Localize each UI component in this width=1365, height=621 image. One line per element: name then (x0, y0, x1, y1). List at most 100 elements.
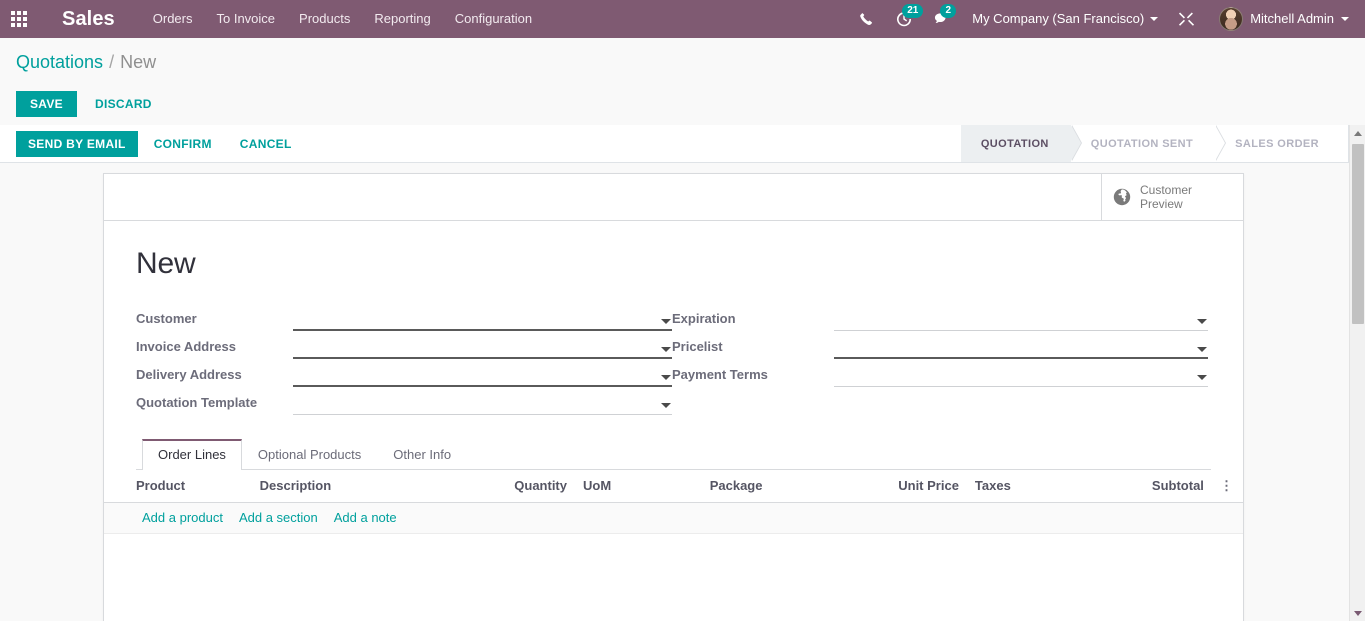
label-customer: Customer (136, 311, 197, 326)
tab-other-info[interactable]: Other Info (377, 439, 467, 470)
save-button[interactable]: SAVE (16, 91, 77, 117)
user-name: Mitchell Admin (1250, 11, 1334, 26)
quotation-template-input[interactable] (293, 393, 672, 415)
customer-preview-label: Customer Preview (1140, 183, 1192, 211)
phone-icon (860, 12, 873, 25)
phone-button[interactable] (848, 0, 885, 38)
add-a-product-link[interactable]: Add a product (142, 510, 223, 525)
col-taxes: Taxes (966, 470, 1114, 503)
field-control-expiration (834, 309, 1208, 331)
delivery-address-input[interactable] (293, 365, 672, 387)
company-switcher[interactable]: My Company (San Francisco) (962, 0, 1164, 38)
field-row-customer: Customer (136, 303, 672, 331)
field-row-invoice-address: Invoice Address (136, 331, 672, 359)
scrollbar-thumb[interactable] (1352, 144, 1364, 324)
avatar (1219, 7, 1244, 31)
label-delivery-address: Delivery Address (136, 367, 242, 382)
status-stage-label: QUOTATION (980, 137, 1049, 150)
tab-order-lines[interactable]: Order Lines (142, 439, 242, 470)
col-quantity: Quantity (447, 470, 575, 503)
app-brand-sales[interactable]: Sales (62, 0, 115, 38)
send-by-email-button[interactable]: SEND BY EMAIL (16, 130, 138, 157)
status-stage-label: QUOTATION SENT (1090, 137, 1194, 150)
menu-item-configuration[interactable]: Configuration (443, 0, 544, 38)
field-control-pricelist (834, 337, 1208, 359)
breadcrumb-separator: / (109, 51, 115, 72)
button-box: Customer Preview (104, 174, 1243, 221)
label-payment-terms: Payment Terms (672, 367, 768, 382)
field-control-customer (293, 309, 672, 331)
add-line-links: Add a product Add a section Add a note (112, 510, 1235, 525)
add-line-row: Add a product Add a section Add a note (104, 502, 1243, 534)
activity-count-badge: 21 (902, 4, 924, 18)
menu-item-reporting[interactable]: Reporting (362, 0, 442, 38)
status-stage-sales-order[interactable]: SALES ORDER (1215, 125, 1341, 162)
wrench-screwdriver-icon (1179, 12, 1195, 26)
field-control-delivery-address (293, 365, 672, 387)
stage-arrow-icon (1215, 125, 1226, 161)
label-expiration: Expiration (672, 311, 736, 326)
breadcrumb: Quotations / New (0, 38, 1365, 86)
menu-item-orders[interactable]: Orders (141, 0, 205, 38)
activity-menu-button[interactable]: 21 (885, 0, 924, 38)
form-group: Customer Invoice Address Delivery Addres… (136, 303, 1211, 415)
debug-menu-button[interactable] (1164, 11, 1209, 28)
customer-preview-line2: Preview (1140, 197, 1183, 211)
menu-item-to-invoice[interactable]: To Invoice (205, 0, 288, 38)
menu-item-products[interactable]: Products (287, 0, 362, 38)
customer-preview-line1: Customer (1140, 183, 1193, 197)
breadcrumb-current: New (120, 51, 157, 72)
form-column-right: Expiration Pricelist Payment Terms (672, 303, 1208, 415)
vertical-scrollbar[interactable] (1349, 125, 1365, 621)
scroll-down-button[interactable] (1350, 605, 1365, 621)
col-description: Description (251, 470, 448, 503)
order-lines-header: Product Description Quantity UoM Package… (104, 470, 1243, 503)
status-pipeline: QUOTATION QUOTATION SENT SALES ORDER (960, 125, 1349, 162)
chevron-down-icon (1150, 17, 1159, 21)
save-discard-bar: SAVE DISCARD (0, 84, 1365, 124)
notebook: Order Lines Optional Products Other Info… (104, 439, 1243, 621)
navbar-right-tools: 21 2 My Company (San Francisco) Mitchell… (848, 0, 1365, 38)
col-unit-price: Unit Price (877, 470, 967, 503)
customer-input[interactable] (293, 309, 672, 331)
customer-preview-button[interactable]: Customer Preview (1101, 174, 1243, 220)
order-lines-table: Product Description Quantity UoM Package… (104, 470, 1243, 534)
top-navbar: Sales Orders To Invoice Products Reporti… (0, 0, 1365, 38)
discard-button[interactable]: DISCARD (83, 91, 164, 117)
order-lines-body: Add a product Add a section Add a note (104, 502, 1243, 534)
field-control-payment-terms (834, 365, 1208, 387)
tab-optional-products[interactable]: Optional Products (242, 439, 377, 470)
breadcrumb-quotations[interactable]: Quotations (16, 52, 103, 73)
scroll-up-button[interactable] (1350, 125, 1365, 141)
user-menu[interactable]: Mitchell Admin (1209, 0, 1355, 38)
triangle-down-icon (1354, 610, 1362, 616)
col-uom: UoM (575, 470, 702, 503)
field-control-quotation-template (293, 393, 672, 415)
col-package: Package (701, 470, 878, 503)
triangle-up-icon (1354, 130, 1362, 136)
confirm-button[interactable]: CONFIRM (142, 131, 224, 157)
form-action-bar: SEND BY EMAIL CONFIRM CANCEL QUOTATION Q… (0, 125, 1349, 163)
label-pricelist: Pricelist (672, 339, 723, 354)
expiration-input[interactable] (834, 309, 1208, 331)
label-invoice-address: Invoice Address (136, 339, 236, 354)
optional-columns-button[interactable]: ⋮ (1211, 470, 1243, 503)
cancel-button[interactable]: CANCEL (228, 131, 304, 157)
field-row-payment-terms: Payment Terms (672, 359, 1208, 387)
add-a-section-link[interactable]: Add a section (239, 510, 318, 525)
payment-terms-input[interactable] (834, 365, 1208, 387)
invoice-address-input[interactable] (293, 337, 672, 359)
messaging-menu-button[interactable]: 2 (923, 0, 962, 38)
apps-menu-button[interactable] (0, 0, 38, 38)
label-quotation-template: Quotation Template (136, 395, 258, 410)
add-a-note-link[interactable]: Add a note (334, 510, 397, 525)
stage-arrow-icon (1070, 125, 1081, 161)
sheet-body: New Customer Invoice Address Delivery Ad… (104, 221, 1243, 621)
status-stage-quotation[interactable]: QUOTATION (960, 125, 1082, 162)
field-row-pricelist: Pricelist (672, 331, 1208, 359)
field-control-invoice-address (293, 337, 672, 359)
field-row-expiration: Expiration (672, 303, 1208, 331)
status-stage-quotation-sent[interactable]: QUOTATION SENT (1070, 125, 1227, 162)
field-row-delivery-address: Delivery Address (136, 359, 672, 387)
pricelist-input[interactable] (834, 337, 1208, 359)
